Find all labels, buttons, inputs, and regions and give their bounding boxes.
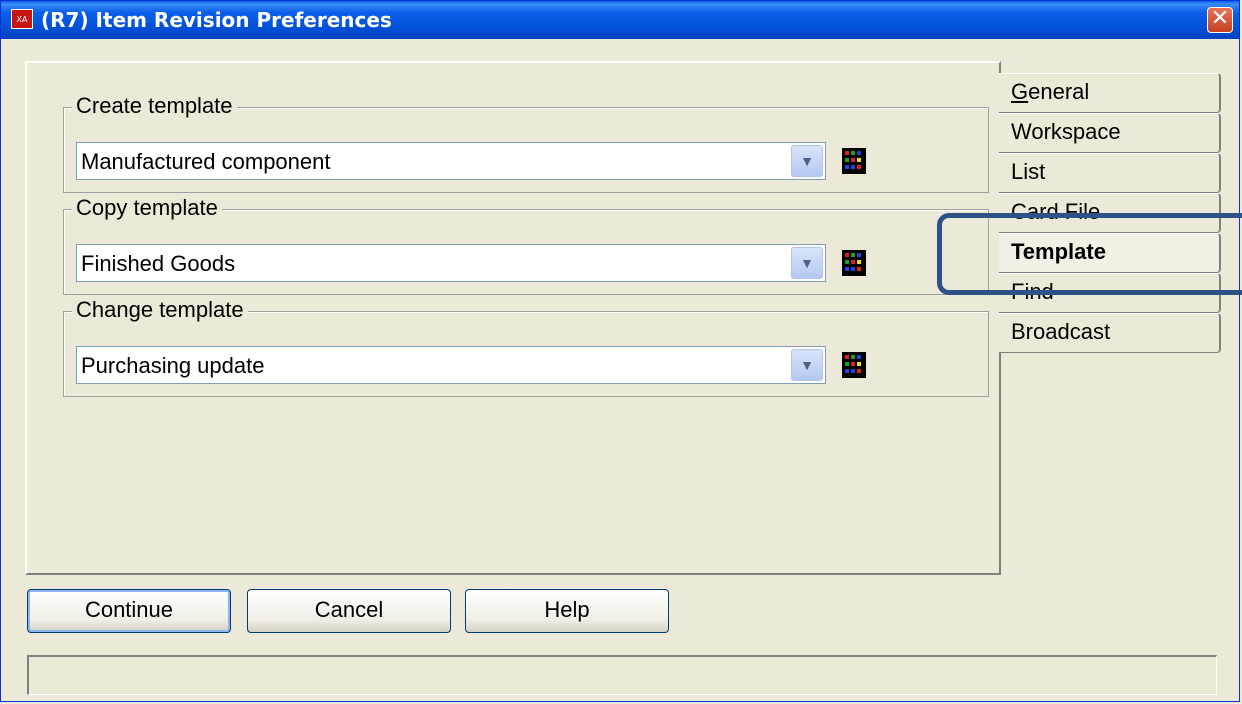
tab-find[interactable]: Find bbox=[999, 273, 1221, 313]
preferences-window: XA (R7) Item Revision Preferences ✕ Crea… bbox=[0, 0, 1242, 702]
change-template-group: Change template Purchasing update ▼ bbox=[63, 297, 989, 397]
tab-card-file[interactable]: Card File bbox=[999, 193, 1221, 233]
chevron-down-icon[interactable]: ▼ bbox=[791, 349, 823, 381]
template-tab-panel: Create template Manufactured component ▼… bbox=[25, 61, 1001, 575]
copy-template-value: Finished Goods bbox=[81, 251, 236, 276]
tab-general-label: eneral bbox=[1028, 79, 1090, 104]
change-template-label: Change template bbox=[72, 297, 248, 323]
app-icon: XA bbox=[11, 9, 33, 29]
abacus-icon[interactable] bbox=[842, 352, 866, 378]
help-button[interactable]: Help bbox=[465, 589, 669, 633]
cancel-button[interactable]: Cancel bbox=[247, 589, 451, 633]
copy-template-group: Copy template Finished Goods ▼ bbox=[63, 195, 989, 295]
copy-template-label: Copy template bbox=[72, 195, 222, 221]
title-bar[interactable]: XA (R7) Item Revision Preferences ✕ bbox=[1, 1, 1239, 39]
create-template-value: Manufactured component bbox=[81, 149, 331, 174]
create-template-select[interactable]: Manufactured component ▼ bbox=[76, 142, 826, 180]
tab-template[interactable]: Template bbox=[999, 233, 1221, 273]
abacus-icon[interactable] bbox=[842, 250, 866, 276]
change-template-select[interactable]: Purchasing update ▼ bbox=[76, 346, 826, 384]
close-button[interactable]: ✕ bbox=[1207, 7, 1233, 33]
chevron-down-icon[interactable]: ▼ bbox=[791, 247, 823, 279]
create-template-label: Create template bbox=[72, 93, 237, 119]
window-title: (R7) Item Revision Preferences bbox=[41, 8, 392, 32]
status-bar bbox=[27, 655, 1217, 695]
tab-general-accesskey: G bbox=[1011, 79, 1029, 104]
chevron-down-icon[interactable]: ▼ bbox=[791, 145, 823, 177]
tab-general[interactable]: General bbox=[999, 73, 1221, 113]
create-template-group: Create template Manufactured component ▼ bbox=[63, 93, 989, 193]
continue-button[interactable]: Continue bbox=[27, 589, 231, 633]
tab-workspace[interactable]: Workspace bbox=[999, 113, 1221, 153]
change-template-value: Purchasing update bbox=[81, 353, 265, 378]
abacus-icon[interactable] bbox=[842, 148, 866, 174]
tab-list[interactable]: List bbox=[999, 153, 1221, 193]
tab-broadcast[interactable]: Broadcast bbox=[999, 313, 1221, 353]
copy-template-select[interactable]: Finished Goods ▼ bbox=[76, 244, 826, 282]
